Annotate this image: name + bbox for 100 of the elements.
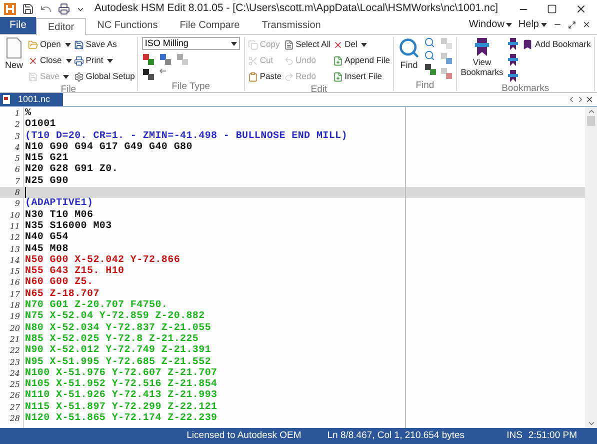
code-text: N90 X-52.012 Y-72.749 Z-21.391 (25, 345, 212, 357)
save-icon[interactable] (22, 3, 34, 15)
add-bookmark-button[interactable]: Add Bookmark (522, 37, 591, 51)
folder-icon (28, 40, 38, 50)
printer-icon[interactable] (58, 3, 70, 15)
ribbon-tab[interactable]: File Compare (168, 17, 251, 34)
view-bookmarks-button[interactable]: View Bookmarks (460, 37, 504, 83)
maximize-icon[interactable] (547, 4, 557, 14)
ribbon-button[interactable]: Print (74, 53, 135, 68)
line-number: 28 (8, 413, 21, 424)
bookmark-icon[interactable] (506, 69, 519, 83)
arrow-icon[interactable] (158, 68, 167, 74)
line-number: 17 (8, 288, 21, 300)
file-type-dropdown[interactable]: ISO Milling (142, 37, 240, 50)
group-label: Find (414, 80, 436, 91)
line-number: 27 (8, 402, 21, 414)
ribbon-tab[interactable]: NC Functions (86, 17, 169, 34)
line-number: 16 (8, 277, 21, 289)
code-text: O1001 (25, 119, 56, 130)
ribbon-button[interactable]: Close (28, 53, 72, 68)
bookmark-icon[interactable] (506, 37, 519, 51)
search-icon (398, 37, 420, 59)
copy-icon (248, 40, 258, 50)
line-number: 3 (14, 130, 21, 142)
line-number: 23 (8, 356, 21, 368)
line-number: 5 (14, 153, 21, 164)
delete-icon (332, 40, 343, 50)
code-text: N25 G90 (25, 176, 68, 188)
scissors-icon (248, 56, 258, 66)
undo-icon[interactable] (40, 3, 52, 15)
ribbon-tab[interactable]: Editor (36, 18, 86, 35)
file-tab[interactable]: File (0, 17, 36, 34)
line-number: 6 (14, 164, 21, 176)
menu-button[interactable]: Window (468, 17, 512, 32)
code-text: N115 X-51.897 Y-72.299 Z-22.121 (25, 402, 218, 413)
close-icon[interactable] (585, 95, 594, 104)
bookmark-icon[interactable] (506, 53, 519, 67)
line-number: 26 (8, 390, 21, 402)
code-text: (T10 D=20. CR=1. - ZMIN=-41.498 - BULLNOSE END MILL) (25, 130, 348, 142)
caret-icon (230, 42, 237, 46)
code-text: N100 X-51.976 Y-72.607 Z-21.707 (25, 368, 218, 379)
close-icon[interactable] (575, 3, 587, 15)
close-icon (28, 56, 38, 66)
line-number: 2 (14, 119, 21, 131)
redo-icon (284, 72, 294, 82)
find-button[interactable]: Find (396, 37, 421, 80)
new-button[interactable]: New (2, 37, 26, 84)
color-blocks-icon[interactable] (142, 53, 155, 66)
scroll-up-icon[interactable] (586, 107, 596, 116)
code-text: (ADAPTIVE1) (25, 198, 94, 210)
scrollbar[interactable] (585, 107, 597, 428)
ribbon-button[interactable]: Global Setup (74, 69, 135, 84)
line-number: 7 (14, 176, 21, 188)
status-text: Licensed to Autodesk OEM (186, 428, 302, 443)
code-text: % (25, 108, 32, 119)
ribbon-button[interactable]: Select All (284, 37, 331, 52)
line-number: 8 (14, 187, 21, 198)
line-number: 13 (8, 244, 21, 255)
line-number: 9 (14, 198, 21, 210)
line-number: 18 (8, 300, 21, 312)
scroll-down-icon[interactable] (586, 419, 596, 428)
scroll-left-icon[interactable] (567, 95, 576, 104)
group-label: Bookmarks (500, 83, 550, 94)
code-text: N70 G01 Z-20.707 F4750. (25, 300, 168, 312)
caret-icon (64, 42, 71, 46)
ribbon-button[interactable]: Del (332, 37, 390, 52)
line-number: 12 (8, 232, 21, 244)
bookmark-icon (474, 37, 490, 57)
menu-button[interactable]: Help (518, 17, 547, 32)
code-text: N20 G28 G91 Z0. (25, 164, 118, 176)
close-icon[interactable] (582, 20, 591, 29)
restore-icon[interactable] (568, 20, 576, 28)
document-tab[interactable]: 1001.nc (0, 93, 63, 106)
ribbon-button[interactable]: Append File (332, 53, 390, 68)
line-number: 14 (8, 254, 21, 266)
scrollbar-thumb[interactable] (587, 116, 595, 126)
status-text: INS (506, 428, 522, 443)
ribbon-button[interactable]: Save As (74, 37, 135, 52)
code-text: N80 X-52.034 Y-72.837 Z-21.055 (25, 322, 212, 334)
code-text: N120 X-51.865 Y-72.174 Z-22.239 (25, 413, 218, 424)
clipboard-icon (248, 72, 258, 82)
scroll-right-icon[interactable] (576, 95, 585, 104)
line-number: 21 (8, 334, 21, 346)
line-number: 19 (8, 311, 21, 323)
line-number: 1 (14, 108, 21, 120)
code-text: N95 X-51.995 Y-72.685 Z-21.552 (25, 356, 212, 368)
ribbon-button[interactable]: Insert File (332, 69, 390, 84)
code-text: N75 X-52.04 Y-72.859 Z-20.882 (25, 311, 205, 323)
ribbon-button[interactable]: Open (28, 37, 72, 52)
line-number: 15 (8, 266, 21, 278)
code-text: N85 X-52.025 Y-72.8 Z-21.225 (25, 334, 199, 345)
ribbon-tab[interactable]: Transmission (250, 17, 332, 34)
file-add-icon (332, 56, 343, 66)
code-text: N30 T10 M06 (25, 210, 94, 221)
group-label: Edit (310, 84, 328, 95)
ribbon-button[interactable]: Paste (248, 69, 282, 84)
file-icon (3, 95, 10, 104)
search-icon[interactable] (424, 37, 435, 48)
caret-icon (63, 74, 70, 78)
search-icon[interactable] (424, 50, 435, 61)
